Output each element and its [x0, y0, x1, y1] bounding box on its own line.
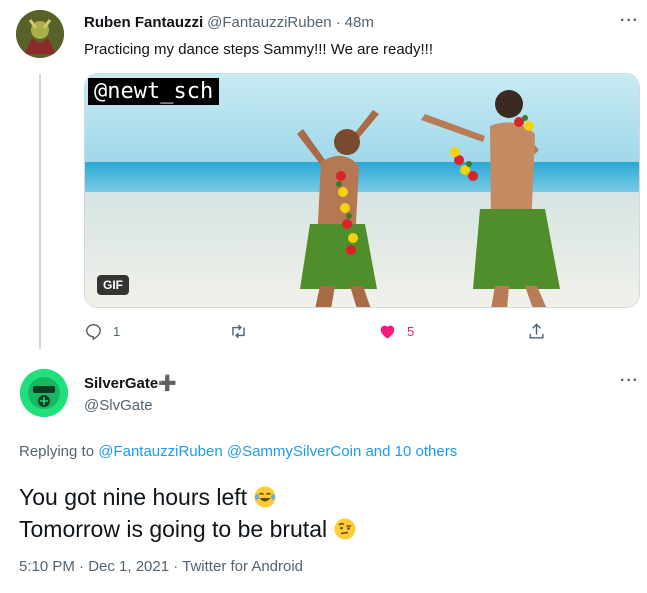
more-options-icon[interactable]: ···	[620, 12, 639, 30]
tweet-text-line: Tomorrow is going to be brutal	[19, 516, 328, 542]
more-options-icon[interactable]: ···	[620, 372, 639, 390]
author-handle[interactable]: @SlvGate	[84, 397, 153, 414]
gif-badge: GIF	[97, 275, 129, 295]
tweet-text: You got nine hours left Tomorrow is goin…	[19, 481, 357, 545]
author-handle[interactable]: @FantauzziRuben	[207, 14, 331, 31]
reply-button[interactable]: 1	[84, 322, 120, 341]
like-count: 5	[407, 324, 415, 339]
reply-count: 1	[113, 324, 121, 339]
reply-icon	[86, 324, 101, 341]
mention-link[interactable]: @FantauzziRuben	[98, 443, 222, 460]
tweet-text-line: You got nine hours left	[19, 484, 248, 510]
replying-prefix: Replying to	[19, 443, 95, 460]
thread-connector-line	[39, 74, 41, 349]
author-name[interactable]: Ruben Fantauzzi	[84, 14, 203, 31]
mention-link[interactable]: @SammySilverCoin	[227, 443, 361, 460]
face-with-tears-of-joy-icon	[254, 486, 276, 508]
others-link[interactable]: and 10 others	[365, 443, 457, 460]
face-with-raised-eyebrow-icon	[334, 518, 356, 540]
share-button[interactable]	[527, 322, 546, 341]
gif-frame-illustration	[85, 74, 639, 307]
watermark-label: @newt_sch	[88, 78, 220, 105]
heart-icon	[380, 325, 395, 339]
tweet-timestamp[interactable]: 5:10 PM · Dec 1, 2021 · Twitter for Andr…	[19, 558, 303, 575]
replying-to: Replying to @FantauzziRuben @SammySilver…	[19, 443, 457, 460]
author-name-text: SilverGate➕	[84, 375, 177, 392]
author-name[interactable]: SilverGate➕	[84, 374, 177, 392]
tweet-time[interactable]: 48m	[345, 14, 374, 31]
retweet-icon	[232, 324, 245, 339]
share-icon	[529, 323, 544, 339]
tweet-text: Practicing my dance steps Sammy!!! We ar…	[84, 41, 434, 58]
separator-dot: ·	[335, 14, 341, 31]
retweet-button[interactable]	[229, 322, 248, 341]
gif-media[interactable]: @newt_sch GIF	[84, 73, 640, 308]
tweet-actions: 1 5	[84, 322, 640, 346]
like-button[interactable]: 5	[378, 322, 414, 341]
avatar[interactable]	[16, 10, 64, 58]
avatar[interactable]	[20, 369, 68, 417]
tweet-header: Ruben Fantauzzi @FantauzziRuben · 48m	[84, 14, 374, 31]
